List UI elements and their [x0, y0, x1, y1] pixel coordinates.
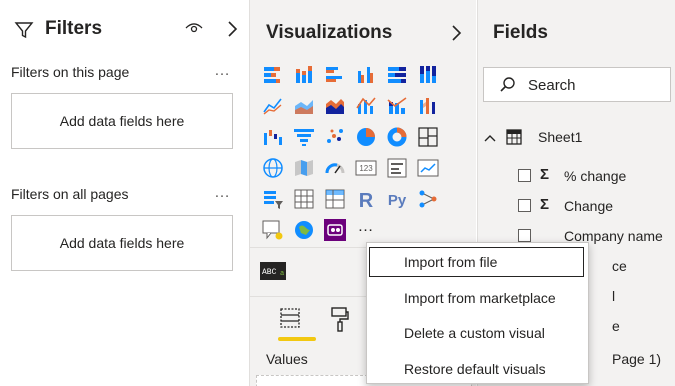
100-stacked-bar-chart-icon[interactable] [385, 63, 409, 87]
empty-slot [447, 125, 471, 149]
field-checkbox[interactable] [518, 199, 531, 212]
kpi-icon[interactable] [416, 156, 440, 180]
pie-chart-icon[interactable] [354, 125, 378, 149]
line-chart-icon[interactable] [261, 94, 285, 118]
filters-title: Filters [45, 18, 103, 39]
sigma-icon: Σ [540, 166, 550, 183]
empty-slot [447, 63, 471, 87]
sigma-icon: Σ [540, 196, 550, 213]
filters-on-page-well[interactable]: Add data fields here [11, 93, 233, 149]
svg-text:Py: Py [388, 192, 407, 209]
expand-collapse-chevron-icon[interactable] [483, 133, 497, 143]
ribbon-chart-icon[interactable] [416, 94, 440, 118]
active-tab-indicator [278, 337, 316, 341]
field-checkbox[interactable] [518, 169, 531, 182]
menu-item-import-from-file[interactable]: Import from file [404, 254, 497, 270]
filter-icon [14, 22, 34, 39]
stacked-bar-chart-icon[interactable] [261, 63, 285, 87]
multi-row-card-icon[interactable] [385, 156, 409, 180]
eye-icon[interactable] [184, 21, 204, 35]
visual-gallery: 123 R Py … [261, 63, 471, 242]
search-input[interactable]: Search [483, 67, 671, 102]
clustered-bar-chart-icon[interactable] [323, 63, 347, 87]
stacked-column-chart-icon[interactable] [292, 63, 316, 87]
table-icon [506, 129, 522, 145]
values-label: Values [266, 351, 308, 367]
scatter-chart-icon[interactable] [323, 125, 347, 149]
custom-visual-icon[interactable] [323, 218, 347, 242]
filters-all-pages-label: Filters on all pages [11, 186, 129, 202]
arcgis-map-icon[interactable] [292, 218, 316, 242]
menu-item-delete-custom-visual[interactable]: Delete a custom visual [404, 325, 545, 341]
slicer-icon[interactable] [261, 187, 285, 211]
filters-all-pages-well[interactable]: Add data fields here [11, 215, 233, 271]
format-paint-roller-icon[interactable] [330, 306, 350, 332]
map-icon[interactable] [261, 156, 285, 180]
svg-text:R: R [359, 190, 374, 211]
svg-text:123: 123 [359, 164, 373, 173]
100-stacked-column-chart-icon[interactable] [416, 63, 440, 87]
card-icon[interactable]: 123 [354, 156, 378, 180]
empty-slot [447, 94, 471, 118]
search-icon [500, 77, 515, 92]
qa-visual-icon[interactable] [261, 218, 285, 242]
clustered-column-chart-icon[interactable] [354, 63, 378, 87]
menu-item-restore-default-visuals[interactable]: Restore default visuals [404, 361, 546, 377]
field-label[interactable]: l [612, 288, 615, 304]
table-icon[interactable] [292, 187, 316, 211]
svg-text:a: a [280, 270, 284, 278]
donut-chart-icon[interactable] [385, 125, 409, 149]
filled-map-icon[interactable] [292, 156, 316, 180]
get-more-visuals-button[interactable]: … [354, 218, 378, 242]
matrix-icon[interactable] [323, 187, 347, 211]
field-checkbox[interactable] [518, 229, 531, 242]
field-label[interactable]: % change [564, 168, 626, 184]
stacked-area-chart-icon[interactable] [323, 94, 347, 118]
more-options-icon[interactable]: … [214, 62, 231, 80]
menu-item-import-from-marketplace[interactable]: Import from marketplace [404, 290, 556, 306]
custom-visuals-context-menu: Import from file Import from marketplace… [366, 242, 589, 384]
svg-text:ABC: ABC [262, 268, 277, 277]
r-script-visual-icon[interactable]: R [354, 187, 378, 211]
area-chart-icon[interactable] [292, 94, 316, 118]
table-name-sheet1[interactable]: Sheet1 [538, 129, 582, 145]
gauge-icon[interactable] [323, 156, 347, 180]
line-stacked-column-chart-icon[interactable] [385, 94, 409, 118]
fields-tab-icon[interactable] [278, 306, 302, 330]
search-placeholder: Search [528, 77, 576, 94]
field-label[interactable]: e [612, 318, 620, 334]
more-options-icon[interactable]: … [214, 184, 231, 202]
field-label[interactable]: Page 1) [612, 351, 661, 367]
abc-custom-visual-icon[interactable]: ABC a [260, 262, 286, 280]
field-label[interactable]: Change [564, 198, 613, 214]
fields-title: Fields [493, 22, 548, 43]
line-clustered-column-chart-icon[interactable] [354, 94, 378, 118]
field-label[interactable]: ce [612, 258, 627, 274]
key-influencers-icon[interactable] [416, 187, 440, 211]
empty-slot [447, 156, 471, 180]
visualizations-title: Visualizations [266, 22, 393, 43]
treemap-icon[interactable] [416, 125, 440, 149]
waterfall-chart-icon[interactable] [261, 125, 285, 149]
python-visual-icon[interactable]: Py [385, 187, 409, 211]
filters-on-page-label: Filters on this page [11, 64, 130, 80]
collapse-viz-chevron-icon[interactable] [450, 24, 462, 42]
funnel-icon[interactable] [292, 125, 316, 149]
collapse-filters-chevron-icon[interactable] [226, 20, 238, 38]
empty-slot [447, 187, 471, 211]
filters-pane: Filters Filters on this page … Add data … [0, 0, 250, 386]
